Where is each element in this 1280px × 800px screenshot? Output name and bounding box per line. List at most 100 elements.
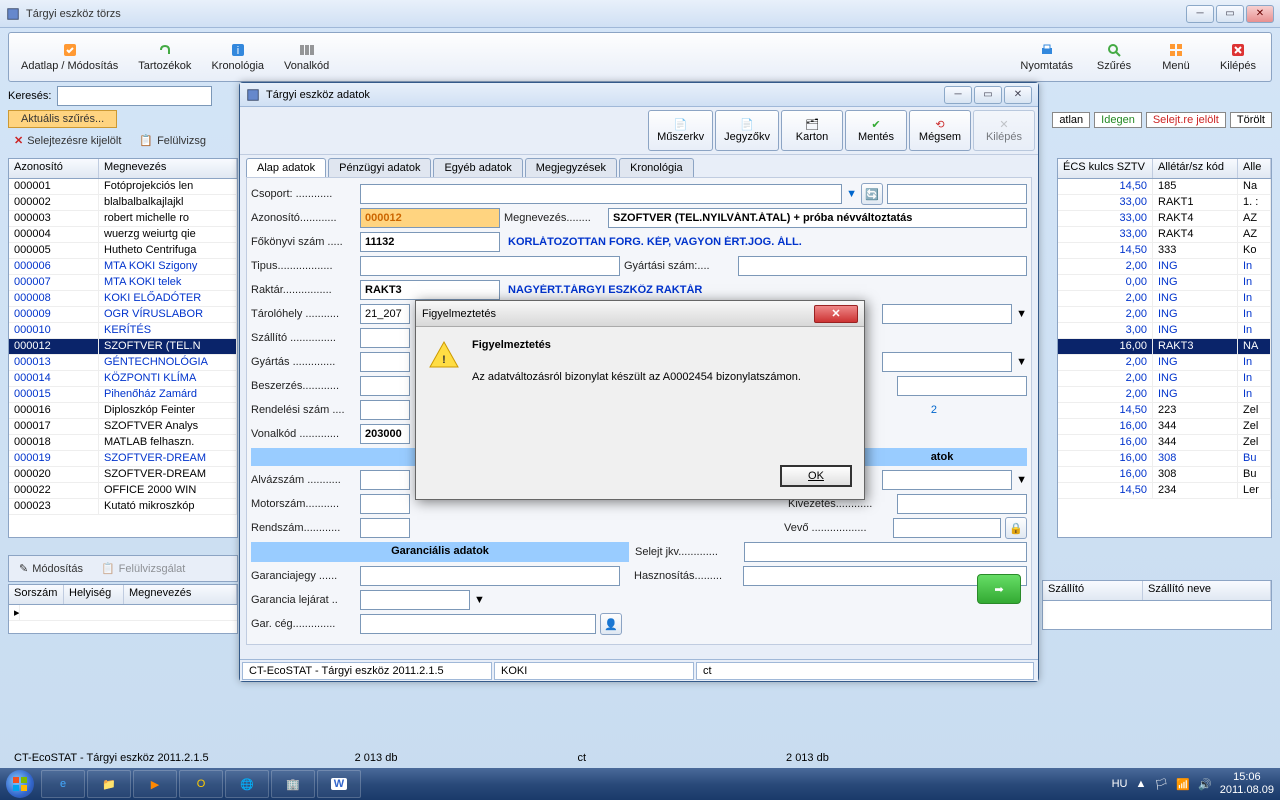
vevo-input[interactable]: [893, 518, 1001, 538]
network-icon[interactable]: 📶: [1176, 778, 1190, 791]
gyartas-input[interactable]: [360, 352, 410, 372]
table-row[interactable]: 2,00INGIn: [1058, 307, 1271, 323]
csoport-combo[interactable]: [360, 184, 842, 204]
table-row[interactable]: 33,00RAKT11. :: [1058, 195, 1271, 211]
tab-penzugyi[interactable]: Pénzügyi adatok: [328, 158, 431, 177]
jegyzokv-button[interactable]: 📄Jegyzőkv: [715, 110, 779, 151]
garceg-person-button[interactable]: 👤: [600, 613, 622, 635]
table-row[interactable]: 16,00308Bu: [1058, 467, 1271, 483]
kilepes-button[interactable]: Kilépés: [1208, 36, 1268, 78]
table-row[interactable]: 14,50333Ko: [1058, 243, 1271, 259]
table-row[interactable]: 2,00INGIn: [1058, 371, 1271, 387]
maximize-button[interactable]: ▭: [1216, 5, 1244, 23]
beszerzes-extra[interactable]: [897, 376, 1027, 396]
table-row[interactable]: 000010KERÍTÉS: [9, 323, 237, 339]
right-grid-body[interactable]: 14,50185Na33,00RAKT11. :33,00RAKT4AZ33,0…: [1058, 179, 1271, 499]
feluv-action[interactable]: 📋 Felülvizsg: [133, 132, 212, 149]
tarolohely-input[interactable]: [360, 304, 410, 324]
task-explorer[interactable]: 📁: [87, 770, 131, 798]
alert-close-button[interactable]: ✕: [814, 305, 858, 323]
table-row[interactable]: 2,00INGIn: [1058, 259, 1271, 275]
col-sorszam[interactable]: Sorszám: [9, 585, 64, 604]
fokonyv-input[interactable]: [360, 232, 500, 252]
table-row[interactable]: 0,00INGIn: [1058, 275, 1271, 291]
table-row[interactable]: 000005Hutheto Centrifuga: [9, 243, 237, 259]
left-grid-body[interactable]: 000001Fotóprojekciós len000002blalbalbal…: [9, 179, 237, 515]
modositas-action[interactable]: ✎ Módosítás: [13, 560, 89, 577]
col-szallito-neve[interactable]: Szállító neve: [1143, 581, 1271, 600]
table-row[interactable]: 000008KOKI ELŐADÓTER: [9, 291, 237, 307]
next-button[interactable]: ➡: [977, 574, 1021, 604]
table-row[interactable]: 000016Diploszkóp Feinter: [9, 403, 237, 419]
table-row[interactable]: 000004wuerzg weiurtg qie: [9, 227, 237, 243]
azonosito-input[interactable]: [360, 208, 500, 228]
motorszam-input[interactable]: [360, 494, 410, 514]
tab-alap[interactable]: Alap adatok: [246, 158, 326, 177]
table-row[interactable]: 14,50185Na: [1058, 179, 1271, 195]
task-app1[interactable]: 🌐: [225, 770, 269, 798]
menu-button[interactable]: Menü: [1146, 36, 1206, 78]
szallito-input[interactable]: [360, 328, 410, 348]
table-row[interactable]: 000009OGR VÍRUSLABOR: [9, 307, 237, 323]
csoport-refresh-button[interactable]: 🔄: [861, 183, 883, 205]
table-row[interactable]: 33,00RAKT4AZ: [1058, 211, 1271, 227]
table-row[interactable]: 000022OFFICE 2000 WIN: [9, 483, 237, 499]
table-row[interactable]: 000002blalbalbalkajlajkl: [9, 195, 237, 211]
task-outlook[interactable]: O: [179, 770, 223, 798]
table-row[interactable]: 000023Kutató mikroszkóp: [9, 499, 237, 515]
col-alle[interactable]: Alle: [1238, 159, 1271, 178]
col-szallito[interactable]: Szállító: [1043, 581, 1143, 600]
task-media[interactable]: ▶: [133, 770, 177, 798]
table-row[interactable]: 16,00RAKT3NA: [1058, 339, 1271, 355]
megsem-button[interactable]: ⟲Mégsem: [909, 110, 971, 151]
start-button[interactable]: [0, 768, 40, 800]
nyomtatas-button[interactable]: Nyomtatás: [1011, 36, 1082, 78]
table-row[interactable]: 000013GÉNTECHNOLÓGIA: [9, 355, 237, 371]
raktar-input[interactable]: [360, 280, 500, 300]
vonalkod-input[interactable]: [360, 424, 410, 444]
table-row[interactable]: 000014KÖZPONTI KLÍMA: [9, 371, 237, 387]
adatlap-button[interactable]: Adatlap / Módosítás: [12, 36, 127, 78]
close-button[interactable]: ✕: [1246, 5, 1274, 23]
lang-indicator[interactable]: HU: [1112, 778, 1128, 790]
alvaz-combo[interactable]: [882, 470, 1012, 490]
search-input[interactable]: [57, 86, 212, 106]
vevo-lock-button[interactable]: 🔒: [1005, 517, 1027, 539]
garceg-input[interactable]: [360, 614, 596, 634]
garanciajegy-input[interactable]: [360, 566, 620, 586]
kivezetes-input[interactable]: [897, 494, 1027, 514]
table-row[interactable]: 14,50234Ler: [1058, 483, 1271, 499]
col-ecs[interactable]: ÉCS kulcs SZTV: [1058, 159, 1153, 178]
table-row[interactable]: 000007MTA KOKI telek: [9, 275, 237, 291]
muszerkv-button[interactable]: 📄Műszerkv: [648, 110, 713, 151]
col-helyiseg[interactable]: Helyiség: [64, 585, 124, 604]
kronologia-button[interactable]: i Kronológia: [202, 36, 273, 78]
feluv-bottom-action[interactable]: 📋 Felülvizsgálat: [95, 560, 191, 577]
table-row[interactable]: 3,00INGIn: [1058, 323, 1271, 339]
tab-egyeb[interactable]: Egyéb adatok: [433, 158, 522, 177]
tab-kronologia[interactable]: Kronológia: [619, 158, 694, 177]
tray-up-icon[interactable]: ▲: [1135, 778, 1146, 790]
filter-torolt[interactable]: Törölt: [1230, 112, 1272, 128]
filter-idegen[interactable]: Idegen: [1094, 112, 1142, 128]
col-alletar[interactable]: Allétár/sz kód: [1153, 159, 1238, 178]
clock[interactable]: 15:06 2011.08.09: [1220, 771, 1274, 797]
minimize-button[interactable]: ─: [1186, 5, 1214, 23]
garancia-lejarat-input[interactable]: [360, 590, 470, 610]
col-megnevezes[interactable]: Megnevezés: [99, 159, 237, 178]
table-row[interactable]: 000015Pihenőház Zamárd: [9, 387, 237, 403]
rendszam-input[interactable]: [360, 518, 410, 538]
table-row[interactable]: 000001Fotóprojekciós len: [9, 179, 237, 195]
szures-button[interactable]: Szűrés: [1084, 36, 1144, 78]
task-word[interactable]: W: [317, 770, 361, 798]
table-row[interactable]: 16,00344Zel: [1058, 435, 1271, 451]
task-ie[interactable]: e: [41, 770, 85, 798]
beszerzes-input[interactable]: [360, 376, 410, 396]
filter-atlan[interactable]: atlan: [1052, 112, 1090, 128]
sw-maximize[interactable]: ▭: [974, 86, 1002, 104]
tarolohely-combo[interactable]: [882, 304, 1012, 324]
alert-ok-button[interactable]: OK: [780, 465, 852, 487]
filter-selejt[interactable]: Selejt.re jelölt: [1146, 112, 1226, 128]
table-row[interactable]: 2,00INGIn: [1058, 291, 1271, 307]
table-row[interactable]: 000006MTA KOKI Szigony: [9, 259, 237, 275]
